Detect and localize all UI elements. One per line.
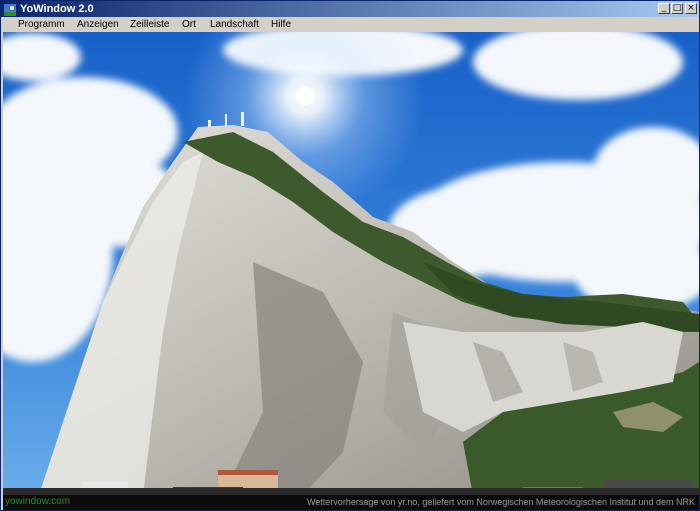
menu-anzeigen[interactable]: Anzeigen	[77, 18, 119, 31]
forecast-credit[interactable]: Wettervorhersage von yr.no, geliefert vo…	[307, 496, 695, 508]
menu-bar: Programm Anzeigen Zeilleiste Ort Landsch…	[1, 17, 699, 32]
close-icon[interactable]: ×	[685, 3, 697, 14]
weather-scene[interactable]	[3, 32, 699, 495]
minimize-icon[interactable]: _	[658, 3, 670, 14]
brand-link[interactable]: yowindow.com	[5, 496, 70, 508]
menu-programm[interactable]: Programm	[18, 18, 65, 31]
sun-icon	[296, 87, 314, 105]
menu-landschaft[interactable]: Landschaft	[210, 18, 259, 31]
maximize-icon[interactable]: □	[671, 3, 683, 14]
status-bar: yowindow.com Wettervorhersage von yr.no,…	[3, 495, 699, 510]
title-bar[interactable]: YoWindow 2.0 _ □ ×	[1, 1, 699, 17]
app-window: YoWindow 2.0 _ □ × Programm Anzeigen Zei…	[0, 0, 700, 511]
window-title: YoWindow 2.0	[20, 3, 94, 15]
menu-zeilleiste[interactable]: Zeilleiste	[130, 18, 169, 31]
menu-ort[interactable]: Ort	[182, 18, 196, 31]
yowindow-app-icon	[4, 3, 16, 16]
menu-hilfe[interactable]: Hilfe	[271, 18, 291, 31]
landscape-view	[3, 32, 699, 495]
